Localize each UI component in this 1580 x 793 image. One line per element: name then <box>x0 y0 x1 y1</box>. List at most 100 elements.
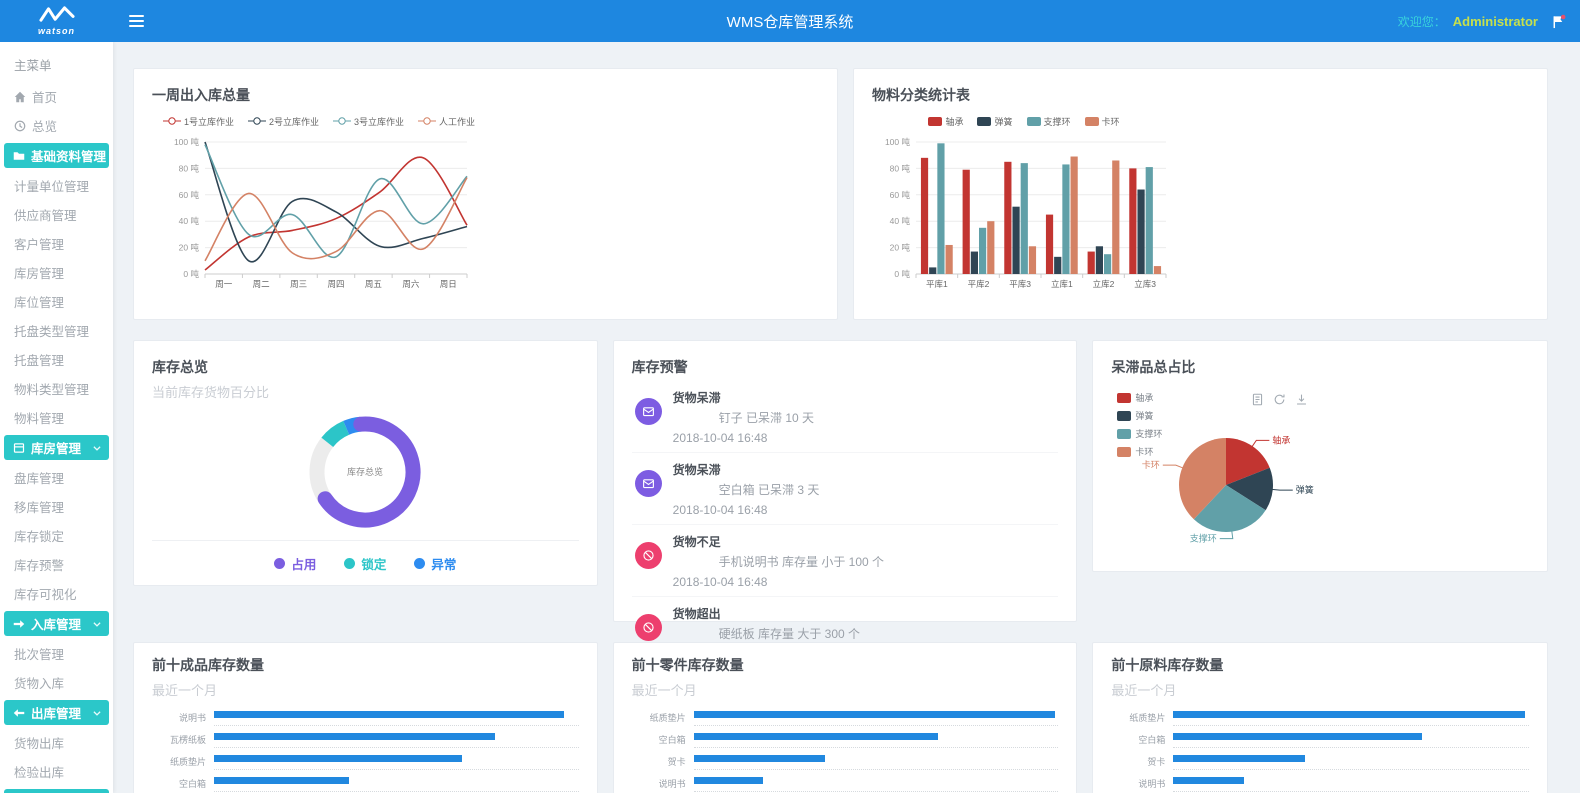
sidebar-item-partial[interactable] <box>4 789 109 793</box>
inventory-donut-chart: 库存总览 <box>298 405 432 544</box>
svg-text:100 吨: 100 吨 <box>174 137 200 147</box>
legend-item[interactable]: 轴承 <box>1117 391 1162 404</box>
svg-text:周四: 周四 <box>327 279 344 289</box>
alert-item[interactable]: 货物呆滞空白箱 已呆滞 3 天2018-10-04 16:48 <box>632 453 1059 525</box>
legend-item[interactable]: 人工作业 <box>418 114 475 128</box>
sidebar-item[interactable]: 基础资料管理 <box>4 143 109 168</box>
sidebar-item[interactable]: 库存预警 <box>0 550 113 579</box>
svg-text:支撑环: 支撑环 <box>1190 533 1217 544</box>
flag-icon[interactable] <box>1551 14 1566 29</box>
card-subtitle: 最近一个月 <box>1111 680 1529 699</box>
menu-toggle-icon[interactable] <box>129 15 144 27</box>
sidebar-item[interactable]: 供应商管理 <box>0 200 113 229</box>
hbar-row: 空白箱 <box>632 731 1059 753</box>
hbar-label: 纸质垫片 <box>152 753 214 775</box>
sidebar-item[interactable]: 物料类型管理 <box>0 374 113 403</box>
sidebar-item-label: 批次管理 <box>14 644 64 663</box>
svg-text:卡环: 卡环 <box>1142 459 1160 470</box>
sidebar-item[interactable]: 计量单位管理 <box>0 171 113 200</box>
hbar-row: 说明书 <box>632 775 1059 793</box>
sidebar-item[interactable]: 库存可视化 <box>0 579 113 608</box>
card-title: 一周出入库总量 <box>152 85 819 105</box>
sidebar-item[interactable]: 库房管理 <box>0 258 113 287</box>
hbar-value-bar <box>694 733 938 740</box>
card-subtitle: 最近一个月 <box>152 680 579 699</box>
hbar-label: 说明书 <box>632 775 694 793</box>
app-title: WMS仓库管理系统 <box>727 11 854 32</box>
legend-item[interactable]: 3号立库作业 <box>333 114 404 128</box>
sidebar-item-label: 检验出库 <box>14 762 64 781</box>
sidebar-item-label: 计量单位管理 <box>14 176 89 195</box>
sidebar-item[interactable]: 库存锁定 <box>0 521 113 550</box>
sidebar-item[interactable]: 首页 <box>0 82 113 111</box>
legend-item[interactable]: 2号立库作业 <box>248 114 319 128</box>
alert-item[interactable]: 货物不足手机说明书 库存量 小于 100 个2018-10-04 16:48 <box>632 525 1059 597</box>
hbar-value-bar <box>694 711 1055 718</box>
hbar-row: 说明书 <box>152 709 579 731</box>
sidebar-item[interactable]: 批次管理 <box>0 639 113 668</box>
hbar-label: 空白箱 <box>152 775 214 793</box>
svg-text:40 吨: 40 吨 <box>890 216 911 226</box>
legend-item[interactable]: 轴承 <box>928 114 963 128</box>
legend-item[interactable]: 1号立库作业 <box>163 114 234 128</box>
legend-item[interactable]: 锁定 <box>344 554 386 573</box>
home-icon <box>14 91 29 103</box>
sidebar-item[interactable]: 库房管理 <box>4 435 109 460</box>
hbar-label: 纸质垫片 <box>632 709 694 731</box>
sidebar-item-label: 总览 <box>32 116 57 135</box>
alert-list: 货物呆滞钉子 已呆滞 10 天2018-10-04 16:48货物呆滞空白箱 已… <box>632 381 1059 668</box>
main-content: 一周出入库总量 1号立库作业 2号立库作业 3号立库作业人工作业 0 吨20 吨40… <box>113 42 1580 793</box>
sidebar-item[interactable]: 货物入库 <box>0 668 113 697</box>
sidebar-item[interactable]: 总览 <box>0 111 113 140</box>
sidebar-item-label: 移库管理 <box>14 497 64 516</box>
sidebar-item-label: 盘库管理 <box>14 468 64 487</box>
legend-item[interactable]: 支撑环 <box>1027 114 1071 128</box>
hbar-value-bar <box>694 755 825 762</box>
app-logo[interactable]: watson <box>0 0 113 42</box>
sidebar-item[interactable]: 托盘管理 <box>0 345 113 374</box>
chevron-down-icon <box>92 708 102 718</box>
hbar-value-bar <box>214 777 349 784</box>
hbar-row: 空白箱 <box>152 775 579 793</box>
sidebar-item-label: 库房管理 <box>14 263 64 282</box>
weekly-chart-legend: 1号立库作业 2号立库作业 3号立库作业人工作业 <box>163 114 475 128</box>
sidebar-item[interactable]: 库位管理 <box>0 287 113 316</box>
sidebar-item[interactable]: 出库管理 <box>4 700 109 725</box>
hbar-row: 贺卡 <box>1111 753 1529 775</box>
hbar-value-bar <box>1173 755 1305 762</box>
sidebar-item[interactable]: 盘库管理 <box>0 463 113 492</box>
sidebar-item[interactable]: 托盘类型管理 <box>0 316 113 345</box>
sidebar-item[interactable]: 客户管理 <box>0 229 113 258</box>
svg-text:周五: 周五 <box>365 279 383 289</box>
sidebar-item[interactable]: 货物出库 <box>0 728 113 757</box>
legend-item[interactable]: 异常 <box>414 554 456 573</box>
username[interactable]: Administrator <box>1453 14 1538 29</box>
card-weekly-total: 一周出入库总量 1号立库作业2号立库作业3号立库作业人工作业 0 吨20 吨40… <box>133 68 838 320</box>
alert-detail: 手机说明书 库存量 小于 100 个 <box>673 553 884 570</box>
stagnant-pie-chart: 轴承弹簧支撑环卡环 <box>1111 405 1441 558</box>
svg-text:库存总览: 库存总览 <box>347 466 383 477</box>
materials-bar-chart: 0 吨20 吨40 吨60 吨80 吨100 吨平库1平库2平库3立库1立库2立… <box>874 128 1174 303</box>
sidebar-item[interactable]: 移库管理 <box>0 492 113 521</box>
hbar-row: 纸质垫片 <box>152 753 579 775</box>
hbar-label: 空白箱 <box>632 731 694 753</box>
materials-chart-legend: 轴承弹簧 支撑环卡环 <box>928 114 1119 128</box>
card-inventory-overview: 库存总览 当前库存货物百分比 库存总览 占用锁定异常 <box>133 340 598 586</box>
card-title: 呆滞品总占比 <box>1111 357 1529 377</box>
sidebar-item[interactable]: 物料管理 <box>0 403 113 432</box>
sidebar-item-label: 货物出库 <box>14 733 64 752</box>
sidebar-item[interactable]: 检验出库 <box>0 757 113 786</box>
svg-text:周三: 周三 <box>290 279 307 289</box>
warehouse-icon <box>13 442 28 454</box>
inventory-donut-legend: 占用 锁定 异常 <box>152 540 579 573</box>
legend-item[interactable]: 弹簧 <box>977 114 1012 128</box>
legend-item[interactable]: 占用 <box>274 554 316 573</box>
card-inventory-alerts: 库存预警 货物呆滞钉子 已呆滞 10 天2018-10-04 16:48货物呆滞… <box>613 340 1078 622</box>
sidebar-item[interactable]: 入库管理 <box>4 611 109 636</box>
card-title: 前十成品库存数量 <box>152 655 579 675</box>
alert-type: 货物不足 <box>673 533 884 550</box>
weekly-line-chart: 0 吨20 吨40 吨60 吨80 吨100 吨周一周二周三周四周五周六周日 <box>159 128 479 303</box>
svg-text:周二: 周二 <box>253 279 271 289</box>
legend-item[interactable]: 卡环 <box>1085 114 1120 128</box>
alert-item[interactable]: 货物呆滞钉子 已呆滞 10 天2018-10-04 16:48 <box>632 381 1059 453</box>
